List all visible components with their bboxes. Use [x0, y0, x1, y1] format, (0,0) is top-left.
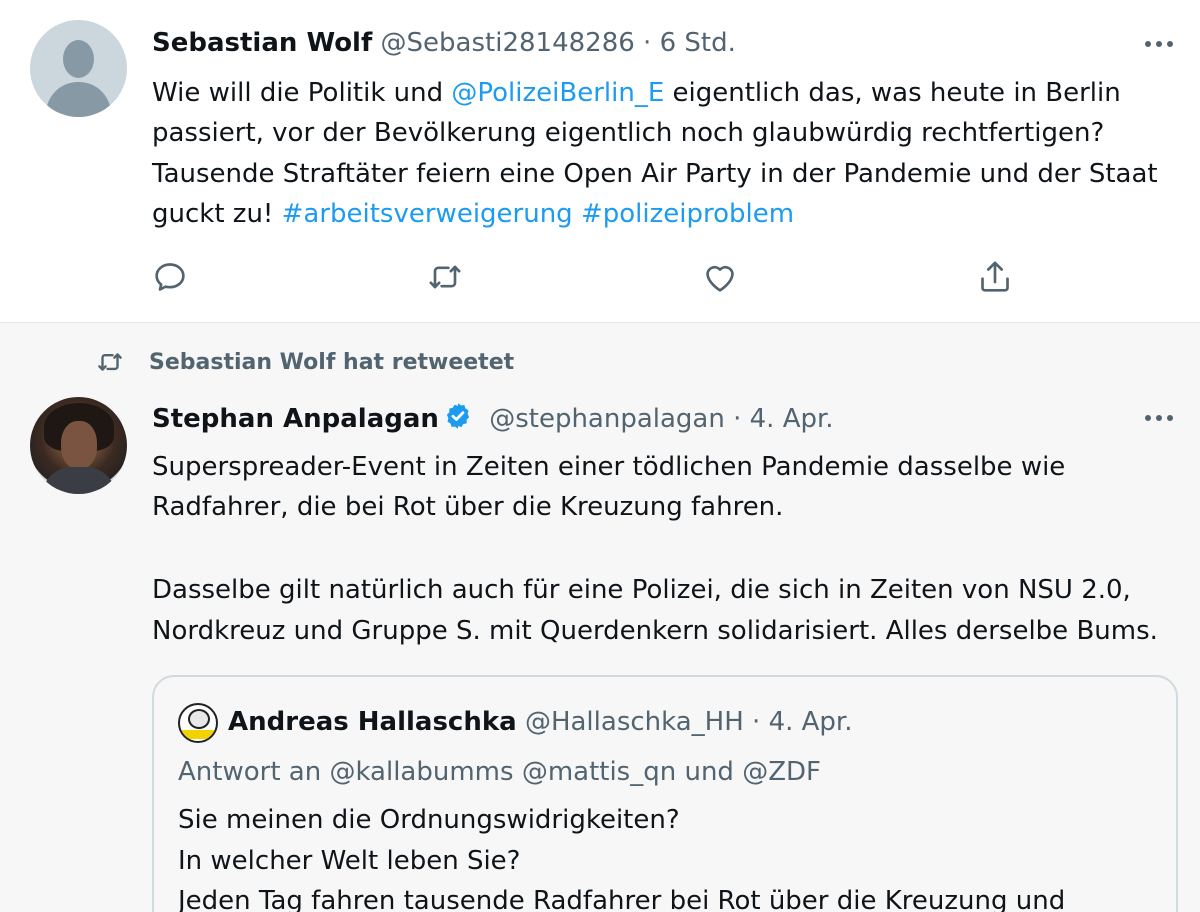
reply-icon[interactable]: [150, 257, 190, 297]
share-icon[interactable]: [975, 257, 1015, 297]
tweet-text-line: Radfahrer, die bei Rot über die Kreuzung…: [152, 492, 784, 522]
tweet-header: Stephan Anpalagan @stephanpalagan · 4. A…: [152, 401, 834, 436]
avatar-face: [61, 421, 97, 469]
retweet-icon: [98, 353, 122, 371]
tweet-text-line: Dasselbe gilt natürlich auch für eine Po…: [152, 575, 1131, 605]
quoted-text-line: Jeden Tag fahren tausende Radfahrer bei …: [178, 886, 1066, 912]
author-name[interactable]: Stephan Anpalagan: [152, 404, 439, 434]
tweet-sebastian-wolf[interactable]: Sebastian Wolf @Sebasti28148286 · 6 Std.…: [0, 0, 1200, 322]
text-segment: guckt zu!: [152, 199, 282, 229]
hashtag-link[interactable]: #polizeiproblem: [581, 199, 794, 229]
author-handle-and-time[interactable]: @Sebasti28148286 · 6 Std.: [381, 28, 736, 58]
author-handle-and-time: @Hallaschka_HH · 4. Apr.: [524, 707, 853, 737]
quote-avatar-band: [182, 730, 216, 739]
quoted-tweet[interactable]: Andreas Hallaschka @Hallaschka_HH · 4. A…: [152, 675, 1178, 912]
avatar[interactable]: [30, 397, 127, 494]
mention-link[interactable]: @PolizeiBerlin_E: [451, 78, 664, 108]
author-name: Andreas Hallaschka: [228, 707, 517, 737]
text-segment: eigentlich das, was heute in Berlin: [664, 78, 1121, 108]
quoted-text-line: Sie meinen die Ordnungswidrigkeiten?: [178, 805, 680, 835]
text-segment: Wie will die Politik und: [152, 78, 452, 108]
reply-to-line: Antwort an @kallabumms @mattis_qn und @Z…: [178, 757, 821, 787]
verified-badge-icon: [446, 403, 470, 429]
more-options-icon[interactable]: [1145, 41, 1173, 47]
tweet-text-line: Superspreader-Event in Zeiten einer tödl…: [152, 452, 1066, 482]
tweet-stephan-anpalagan[interactable]: Sebastian Wolf hat retweetet Stephan Anp…: [0, 323, 1200, 912]
default-avatar-body: [46, 82, 111, 117]
quoted-text-line: In welcher Welt leben Sie?: [178, 846, 521, 876]
avatar[interactable]: [30, 20, 127, 117]
retweeted-by-label[interactable]: Sebastian Wolf hat retweetet: [149, 350, 514, 375]
retweet-icon[interactable]: [425, 257, 465, 297]
tweet-text-line: guckt zu! #arbeitsverweigerung #polizeip…: [152, 194, 794, 235]
quoted-tweet-header: Andreas Hallaschka @Hallaschka_HH · 4. A…: [228, 705, 853, 739]
tweet-text-line: passiert, vor der Bevölkerung eigentlich…: [152, 118, 1105, 148]
tweet-text-line: Wie will die Politik und @PolizeiBerlin_…: [152, 73, 1121, 114]
tweet-header: Sebastian Wolf @Sebasti28148286 · 6 Std.: [152, 26, 736, 60]
avatar-shirt: [42, 467, 116, 494]
tweet-text-line: Tausende Straftäter feiern eine Open Air…: [152, 159, 1158, 189]
avatar: [178, 703, 218, 743]
author-handle-and-time[interactable]: @stephanpalagan · 4. Apr.: [489, 404, 833, 434]
quote-avatar-face: [188, 709, 210, 729]
like-icon[interactable]: [700, 257, 740, 297]
default-avatar-head: [63, 40, 94, 78]
retweet-context: Sebastian Wolf hat retweetet: [93, 347, 514, 377]
hashtag-link[interactable]: #arbeitsverweigerung: [282, 199, 573, 229]
author-name[interactable]: Sebastian Wolf: [152, 28, 372, 58]
more-options-icon[interactable]: [1145, 415, 1173, 421]
tweet-text-line: Nordkreuz und Gruppe S. mit Querdenkern …: [152, 616, 1158, 646]
